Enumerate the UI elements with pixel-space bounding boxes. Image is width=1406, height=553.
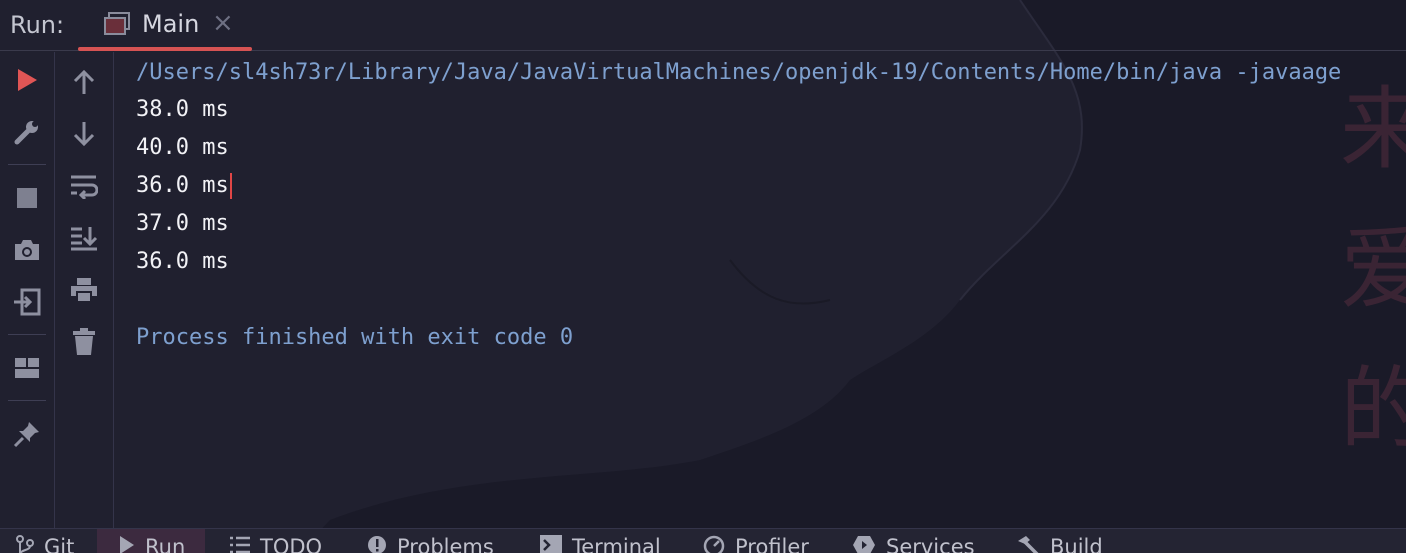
tool-window-bar: Git Run TODO Problems Terminal Profiler … xyxy=(0,528,1406,553)
trash-icon xyxy=(73,328,95,355)
toolbar-divider xyxy=(8,334,46,335)
process-finished-message: Process finished with exit code 0 xyxy=(136,325,574,350)
tool-todo[interactable]: TODO xyxy=(230,535,322,553)
pin-tab-button[interactable] xyxy=(11,418,43,450)
wrench-icon xyxy=(14,121,38,145)
run-tool-window-header: Run: Main × xyxy=(0,0,1406,51)
tool-build-label: Build xyxy=(1050,535,1103,553)
tool-git-label: Git xyxy=(44,535,75,553)
layout-icon xyxy=(15,358,39,378)
console-actions-toolbar xyxy=(55,52,114,528)
output-line: 38.0 ms xyxy=(136,97,229,122)
output-line: 37.0 ms xyxy=(136,211,229,236)
output-line: 36.0 ms xyxy=(136,173,229,198)
tool-problems[interactable]: Problems xyxy=(367,535,494,553)
terminal-icon xyxy=(540,535,562,553)
run-label: Run: xyxy=(10,11,65,39)
tool-todo-label: TODO xyxy=(260,535,323,553)
git-branch-icon xyxy=(16,535,34,553)
stop-icon xyxy=(17,188,37,208)
soft-wrap-button[interactable] xyxy=(68,170,100,202)
svg-text:的: 的 xyxy=(1340,357,1406,462)
tool-profiler[interactable]: Profiler xyxy=(703,535,809,553)
hammer-icon xyxy=(1018,536,1039,553)
scroll-to-end-icon xyxy=(71,227,98,251)
toolbar-divider xyxy=(8,164,46,165)
stop-button[interactable] xyxy=(11,182,43,214)
tool-run[interactable]: Run xyxy=(97,529,205,553)
tool-run-label: Run xyxy=(145,535,186,553)
console-output[interactable]: /Users/sl4sh73r/Library/Java/JavaVirtual… xyxy=(136,56,1406,356)
output-line: 36.0 ms xyxy=(136,249,229,274)
tab-main[interactable]: Main × xyxy=(78,0,252,51)
clear-all-button[interactable] xyxy=(68,326,100,358)
layout-settings-button[interactable] xyxy=(11,352,43,384)
tool-problems-label: Problems xyxy=(397,535,494,553)
tool-terminal[interactable]: Terminal xyxy=(540,535,661,553)
print-button[interactable] xyxy=(68,274,100,306)
soft-wrap-icon xyxy=(71,175,98,199)
close-icon[interactable]: × xyxy=(212,8,234,38)
run-actions-toolbar xyxy=(0,52,55,528)
dump-threads-button[interactable] xyxy=(11,234,43,266)
scroll-to-end-button[interactable] xyxy=(68,222,100,254)
pin-icon xyxy=(13,422,39,448)
toolbar-divider xyxy=(8,400,46,401)
tool-services[interactable]: Services xyxy=(852,535,975,553)
tool-git[interactable]: Git xyxy=(16,535,74,553)
services-icon xyxy=(853,536,875,553)
active-tab-indicator xyxy=(78,47,252,51)
tool-build[interactable]: Build xyxy=(1016,535,1103,553)
previous-occurrence-button[interactable] xyxy=(68,66,100,98)
modify-run-config-button[interactable] xyxy=(11,116,43,148)
output-line: 40.0 ms xyxy=(136,135,229,160)
tool-services-label: Services xyxy=(886,535,975,553)
rerun-icon xyxy=(18,69,37,91)
command-line: /Users/sl4sh73r/Library/Java/JavaVirtual… xyxy=(136,60,1342,85)
next-occurrence-button[interactable] xyxy=(68,118,100,150)
console-icon xyxy=(104,12,130,35)
restore-layout-button[interactable] xyxy=(11,286,43,318)
output-line-with-caret: 36.0 ms xyxy=(136,169,232,203)
tool-profiler-label: Profiler xyxy=(735,535,809,553)
print-icon xyxy=(71,278,97,303)
arrow-down-icon xyxy=(73,122,95,147)
import-icon xyxy=(14,288,41,316)
tab-main-label: Main xyxy=(142,10,200,38)
camera-icon xyxy=(15,240,39,260)
list-icon xyxy=(230,536,250,553)
tool-terminal-label: Terminal xyxy=(572,535,661,553)
profiler-icon xyxy=(703,535,725,553)
run-icon xyxy=(120,536,134,553)
problems-icon xyxy=(368,536,386,553)
text-caret xyxy=(229,173,232,199)
arrow-up-icon xyxy=(73,69,95,94)
rerun-button[interactable] xyxy=(11,64,43,96)
